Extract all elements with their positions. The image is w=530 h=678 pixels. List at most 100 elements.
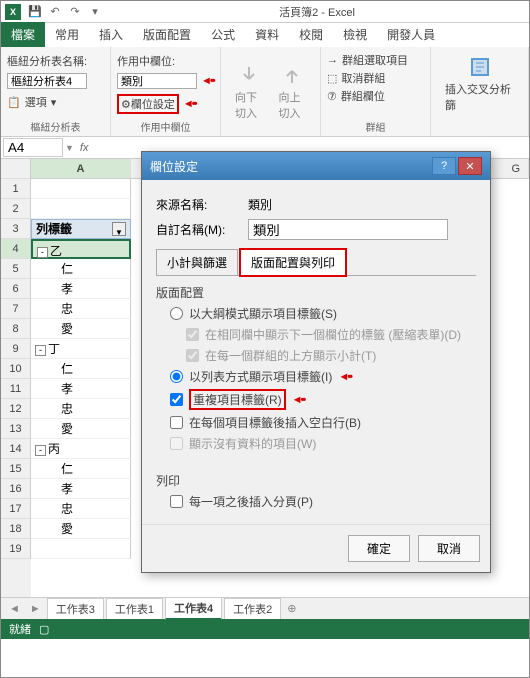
tab-formula[interactable]: 公式 [201, 22, 245, 47]
cell[interactable]: -丙 [31, 439, 131, 459]
cell[interactable]: 愛 [31, 319, 131, 339]
row-header[interactable]: 1 [1, 179, 31, 199]
row-header[interactable]: 16 [1, 479, 31, 499]
group-label-active: 作用中欄位 [111, 119, 220, 134]
cell[interactable]: 忠 [31, 499, 131, 519]
redo-icon[interactable]: ↷ [67, 4, 83, 20]
sheet-nav-next-icon[interactable]: ► [26, 603, 45, 615]
ungroup-button[interactable]: ⬚ 取消群組 [327, 69, 424, 87]
row-header[interactable]: 6 [1, 279, 31, 299]
tab-dev[interactable]: 開發人員 [377, 22, 445, 47]
group-label-group: 群組 [321, 119, 430, 134]
opt-pagebreak[interactable]: 每一項之後插入分頁(P) [170, 493, 476, 510]
cancel-button[interactable]: 取消 [418, 535, 480, 562]
row-header[interactable]: 19 [1, 539, 31, 559]
tab-layout[interactable]: 版面配置 [133, 22, 201, 47]
row-header[interactable]: 3 [1, 219, 31, 239]
select-all[interactable] [1, 159, 31, 179]
tab-review[interactable]: 校閱 [289, 22, 333, 47]
tab-home[interactable]: 常用 [45, 22, 89, 47]
row-header[interactable]: 17 [1, 499, 31, 519]
opt-outline[interactable]: 以大綱模式顯示項目標籤(S) [170, 305, 476, 322]
field-settings-button[interactable]: ⚙ 欄位設定 [117, 94, 179, 114]
group-filter: 插入交叉分析篩 [431, 47, 529, 136]
row-header[interactable]: 7 [1, 299, 31, 319]
col-header-a[interactable]: A [31, 159, 131, 179]
row-header[interactable]: 8 [1, 319, 31, 339]
tab-subtotals[interactable]: 小計與篩選 [156, 249, 238, 276]
row-header[interactable]: 11 [1, 379, 31, 399]
cell[interactable]: 愛 [31, 419, 131, 439]
collapse-icon[interactable]: - [35, 345, 46, 356]
row-header[interactable]: 5 [1, 259, 31, 279]
cell[interactable]: 孝 [31, 279, 131, 299]
section-layout: 版面配置 [156, 284, 476, 301]
tab-file[interactable]: 檔案 [1, 22, 45, 47]
sheet-tab[interactable]: 工作表1 [106, 598, 163, 619]
row-header[interactable]: 2 [1, 199, 31, 219]
dialog-title: 欄位設定 [150, 158, 432, 175]
row-header[interactable]: 4 [1, 239, 31, 259]
dialog-tabs: 小計與篩選 版面配置與列印 [156, 248, 476, 276]
cell[interactable]: 孝 [31, 379, 131, 399]
opt-tabular[interactable]: 以列表方式顯示項目標籤(I) ◄•• [170, 368, 476, 385]
collapse-icon[interactable]: - [37, 247, 48, 258]
cell[interactable]: 忠 [31, 399, 131, 419]
row-header[interactable]: 10 [1, 359, 31, 379]
tab-view[interactable]: 檢視 [333, 22, 377, 47]
name-box[interactable] [3, 138, 63, 157]
group-selection-button[interactable]: → 群組選取項目 [327, 51, 424, 69]
macro-record-icon[interactable]: ▢ [39, 623, 49, 636]
red-arrow-icon: ◄•• [292, 394, 305, 406]
cell[interactable] [31, 179, 131, 199]
options-button[interactable]: 📋 選項 ▾ [7, 93, 104, 111]
new-sheet-icon[interactable]: ⊕ [283, 602, 300, 615]
tab-layout-print[interactable]: 版面配置與列印 [240, 249, 346, 276]
cell-selected[interactable]: -乙 [31, 239, 131, 259]
save-icon[interactable]: 💾 [27, 4, 43, 20]
group-field-button[interactable]: ⑦ 群組欄位 [327, 87, 424, 105]
custom-name-input[interactable] [248, 219, 448, 240]
row-header[interactable]: 12 [1, 399, 31, 419]
active-field-input[interactable] [117, 73, 197, 89]
opt-blank-row[interactable]: 在每個項目標籤後插入空白行(B) [170, 414, 476, 431]
sheet-tab-active[interactable]: 工作表4 [165, 597, 222, 620]
source-name-label: 來源名稱: [156, 196, 242, 213]
row-header[interactable]: 18 [1, 519, 31, 539]
row-header[interactable]: 13 [1, 419, 31, 439]
status-ready: 就緒 [9, 621, 31, 637]
group-pivot-table: 樞紐分析表名稱: 📋 選項 ▾ 樞紐分析表 [1, 47, 111, 136]
help-button[interactable]: ? [432, 157, 456, 175]
cell[interactable]: 仁 [31, 359, 131, 379]
sheet-tab[interactable]: 工作表2 [224, 598, 281, 619]
filter-dropdown-icon[interactable]: ▼ [112, 222, 126, 236]
insert-slicer-button[interactable]: 插入交叉分析篩 [437, 51, 522, 117]
namebox-dropdown-icon[interactable]: ▼ [65, 143, 74, 153]
tab-insert[interactable]: 插入 [89, 22, 133, 47]
cell[interactable] [31, 539, 131, 559]
fx-icon[interactable]: fx [74, 142, 95, 154]
sheet-tabs: ◄ ► 工作表3 工作表1 工作表4 工作表2 ⊕ [1, 597, 529, 619]
sheet-tab[interactable]: 工作表3 [47, 598, 104, 619]
cell[interactable]: 孝 [31, 479, 131, 499]
cell[interactable]: -丁 [31, 339, 131, 359]
cell[interactable]: 仁 [31, 459, 131, 479]
collapse-icon[interactable]: - [35, 445, 46, 456]
pivot-name-input[interactable] [7, 73, 87, 89]
sheet-nav-prev-icon[interactable]: ◄ [5, 603, 24, 615]
cell[interactable]: 愛 [31, 519, 131, 539]
cell[interactable]: 忠 [31, 299, 131, 319]
close-button[interactable]: ✕ [458, 157, 482, 175]
cell[interactable] [31, 199, 131, 219]
dialog-titlebar[interactable]: 欄位設定 ? ✕ [142, 152, 490, 180]
ok-button[interactable]: 確定 [348, 535, 410, 562]
row-header[interactable]: 14 [1, 439, 31, 459]
undo-icon[interactable]: ↶ [47, 4, 63, 20]
row-header[interactable]: 9 [1, 339, 31, 359]
tab-data[interactable]: 資料 [245, 22, 289, 47]
cell[interactable]: 仁 [31, 259, 131, 279]
pivot-row-label[interactable]: 列標籤▼ [31, 219, 131, 239]
qat-more-icon[interactable]: ▾ [87, 4, 103, 20]
opt-repeat[interactable]: 重複項目標籤(R) ◄•• [170, 389, 476, 410]
row-header[interactable]: 15 [1, 459, 31, 479]
